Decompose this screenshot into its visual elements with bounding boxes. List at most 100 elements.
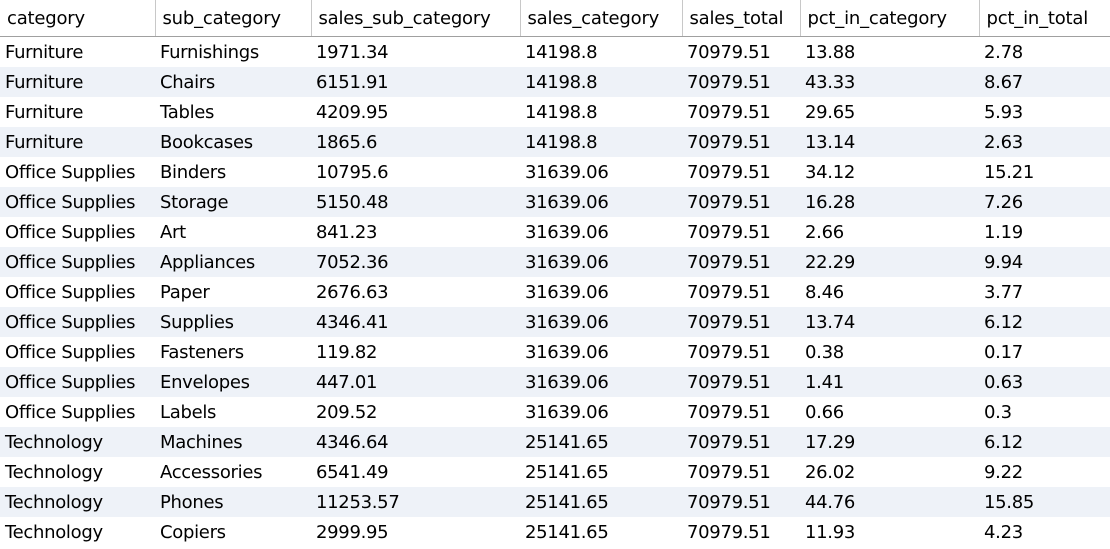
column-header-pct-in-category[interactable]: pct_in_category: [800, 0, 980, 37]
cell-sales-category[interactable]: 31639.06: [520, 187, 682, 217]
cell-sales-sub-category[interactable]: 10795.6: [311, 157, 520, 187]
table-row[interactable]: Office Supplies Appliances 7052.36 31639.06…: [0, 247, 1110, 277]
cell-sales-sub-category[interactable]: 119.82: [311, 337, 520, 367]
cell-pct-in-category[interactable]: 2.66: [800, 217, 979, 247]
cell-sales-total[interactable]: 70979.51: [682, 307, 800, 337]
cell-sales-category[interactable]: 31639.06: [520, 367, 682, 397]
cell-category[interactable]: Furniture: [0, 97, 155, 127]
cell-category[interactable]: Office Supplies: [0, 307, 155, 337]
cell-pct-in-category[interactable]: 16.28: [800, 187, 979, 217]
cell-sales-total[interactable]: 70979.51: [682, 517, 800, 547]
table-row[interactable]: Office Supplies Art 841.23 31639.06 70979.51…: [0, 217, 1110, 247]
table-row[interactable]: Office Supplies Binders 10795.6 31639.06 709…: [0, 157, 1110, 187]
cell-sub-category[interactable]: Art: [155, 217, 311, 247]
table-row[interactable]: Office Supplies Labels 209.52 31639.06 70979…: [0, 397, 1110, 427]
column-header-sales-total[interactable]: sales_total: [682, 0, 801, 37]
cell-pct-in-total[interactable]: 4.23: [979, 517, 1110, 547]
cell-sales-sub-category[interactable]: 1865.6: [311, 127, 520, 157]
cell-sales-total[interactable]: 70979.51: [682, 127, 800, 157]
cell-pct-in-total[interactable]: 6.12: [979, 307, 1110, 337]
cell-sub-category[interactable]: Machines: [155, 427, 311, 457]
cell-sales-category[interactable]: 31639.06: [520, 397, 682, 427]
column-header-sales-category[interactable]: sales_category: [520, 0, 683, 37]
cell-sales-sub-category[interactable]: 6151.91: [311, 67, 520, 97]
cell-category[interactable]: Technology: [0, 427, 155, 457]
cell-sub-category[interactable]: Fasteners: [155, 337, 311, 367]
cell-pct-in-category[interactable]: 0.66: [800, 397, 979, 427]
cell-category[interactable]: Office Supplies: [0, 397, 155, 427]
cell-sales-total[interactable]: 70979.51: [682, 97, 800, 127]
cell-pct-in-category[interactable]: 8.46: [800, 277, 979, 307]
cell-pct-in-category[interactable]: 13.88: [800, 36, 979, 67]
cell-pct-in-category[interactable]: 13.14: [800, 127, 979, 157]
cell-pct-in-total[interactable]: 8.67: [979, 67, 1110, 97]
cell-sub-category[interactable]: Copiers: [155, 517, 311, 547]
column-header-sales-sub-category[interactable]: sales_sub_category: [311, 0, 521, 37]
cell-sales-total[interactable]: 70979.51: [682, 277, 800, 307]
cell-sales-category[interactable]: 14198.8: [520, 97, 682, 127]
cell-sales-total[interactable]: 70979.51: [682, 157, 800, 187]
cell-sales-sub-category[interactable]: 2676.63: [311, 277, 520, 307]
cell-sales-sub-category[interactable]: 5150.48: [311, 187, 520, 217]
cell-sub-category[interactable]: Storage: [155, 187, 311, 217]
cell-pct-in-total[interactable]: 15.21: [979, 157, 1110, 187]
cell-pct-in-total[interactable]: 1.19: [979, 217, 1110, 247]
cell-category[interactable]: Technology: [0, 487, 155, 517]
cell-sales-category[interactable]: 25141.65: [520, 517, 682, 547]
cell-sales-sub-category[interactable]: 7052.36: [311, 247, 520, 277]
column-header-pct-in-total[interactable]: pct_in_total: [979, 0, 1110, 37]
cell-sales-total[interactable]: 70979.51: [682, 457, 800, 487]
cell-category[interactable]: Office Supplies: [0, 277, 155, 307]
cell-sales-total[interactable]: 70979.51: [682, 397, 800, 427]
cell-pct-in-category[interactable]: 22.29: [800, 247, 979, 277]
cell-sub-category[interactable]: Paper: [155, 277, 311, 307]
cell-category[interactable]: Office Supplies: [0, 247, 155, 277]
cell-pct-in-total[interactable]: 6.12: [979, 427, 1110, 457]
cell-pct-in-category[interactable]: 1.41: [800, 367, 979, 397]
cell-sales-total[interactable]: 70979.51: [682, 487, 800, 517]
cell-sales-total[interactable]: 70979.51: [682, 217, 800, 247]
cell-sales-sub-category[interactable]: 4346.41: [311, 307, 520, 337]
table-row[interactable]: Office Supplies Envelopes 447.01 31639.06 70…: [0, 367, 1110, 397]
cell-sales-category[interactable]: 31639.06: [520, 247, 682, 277]
cell-sales-sub-category[interactable]: 2999.95: [311, 517, 520, 547]
cell-category[interactable]: Furniture: [0, 127, 155, 157]
cell-sales-category[interactable]: 25141.65: [520, 427, 682, 457]
cell-sales-sub-category[interactable]: 1971.34: [311, 36, 520, 67]
cell-category[interactable]: Furniture: [0, 67, 155, 97]
cell-sales-sub-category[interactable]: 841.23: [311, 217, 520, 247]
cell-sales-category[interactable]: 31639.06: [520, 337, 682, 367]
cell-sub-category[interactable]: Accessories: [155, 457, 311, 487]
cell-sales-sub-category[interactable]: 4209.95: [311, 97, 520, 127]
cell-sales-total[interactable]: 70979.51: [682, 367, 800, 397]
table-row[interactable]: Technology Phones 11253.57 25141.65 70979.51…: [0, 487, 1110, 517]
cell-sub-category[interactable]: Phones: [155, 487, 311, 517]
column-header-category[interactable]: category: [0, 0, 156, 37]
cell-category[interactable]: Technology: [0, 457, 155, 487]
cell-sales-total[interactable]: 70979.51: [682, 427, 800, 457]
cell-pct-in-total[interactable]: 2.78: [979, 36, 1110, 67]
cell-pct-in-category[interactable]: 43.33: [800, 67, 979, 97]
cell-sales-sub-category[interactable]: 447.01: [311, 367, 520, 397]
cell-pct-in-total[interactable]: 3.77: [979, 277, 1110, 307]
cell-sales-sub-category[interactable]: 6541.49: [311, 457, 520, 487]
cell-pct-in-total[interactable]: 0.17: [979, 337, 1110, 367]
cell-category[interactable]: Office Supplies: [0, 217, 155, 247]
cell-sub-category[interactable]: Tables: [155, 97, 311, 127]
cell-pct-in-total[interactable]: 9.94: [979, 247, 1110, 277]
table-row[interactable]: Technology Machines 4346.64 25141.65 70979.5…: [0, 427, 1110, 457]
cell-category[interactable]: Office Supplies: [0, 367, 155, 397]
table-row[interactable]: Furniture Bookcases 1865.6 14198.8 70979.51 1…: [0, 127, 1110, 157]
cell-sales-sub-category[interactable]: 4346.64: [311, 427, 520, 457]
table-row[interactable]: Office Supplies Paper 2676.63 31639.06 70979…: [0, 277, 1110, 307]
cell-sales-total[interactable]: 70979.51: [682, 36, 800, 67]
cell-sales-total[interactable]: 70979.51: [682, 67, 800, 97]
cell-category[interactable]: Office Supplies: [0, 187, 155, 217]
cell-pct-in-total[interactable]: 0.63: [979, 367, 1110, 397]
cell-sales-category[interactable]: 25141.65: [520, 487, 682, 517]
cell-sub-category[interactable]: Labels: [155, 397, 311, 427]
cell-pct-in-category[interactable]: 0.38: [800, 337, 979, 367]
cell-sales-total[interactable]: 70979.51: [682, 247, 800, 277]
cell-pct-in-total[interactable]: 0.3: [979, 397, 1110, 427]
cell-pct-in-category[interactable]: 34.12: [800, 157, 979, 187]
